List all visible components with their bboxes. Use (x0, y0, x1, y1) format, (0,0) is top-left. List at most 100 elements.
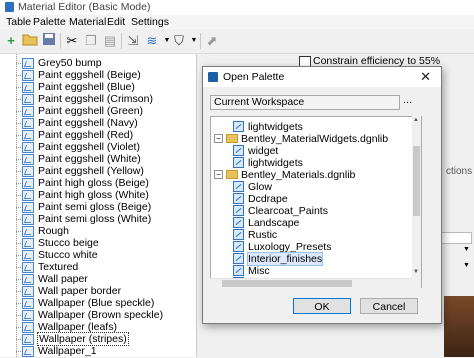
material-icon (22, 165, 34, 177)
material-icon (22, 105, 34, 117)
paste-icon[interactable]: ▤ (101, 32, 119, 50)
scroll-up-icon[interactable]: ▲ (413, 117, 419, 123)
material-icon (22, 273, 34, 285)
material-icon (22, 189, 34, 201)
material-icon (22, 201, 34, 213)
tree-connector (16, 267, 21, 268)
horizontal-scrollbar[interactable] (210, 278, 412, 288)
palette-node-label: Clearcoat_Paints (248, 204, 328, 217)
folder-icon (226, 170, 238, 179)
material-icon (22, 129, 34, 141)
material-icon (22, 93, 34, 105)
section-label-fragment: ctions (446, 166, 473, 177)
tree-connector (16, 351, 21, 352)
tree-connector (16, 207, 21, 208)
scroll-thumb[interactable] (413, 146, 420, 216)
collapse-toggle-icon[interactable]: − (214, 170, 223, 179)
tree-connector (16, 231, 21, 232)
palette-node-label: Bentley_Materials.dgnlib (241, 168, 356, 181)
import-icon[interactable]: ⇲ (124, 32, 142, 50)
material-icon (22, 249, 34, 261)
tree-connector (16, 243, 21, 244)
chevron-down-icon[interactable]: ▼ (463, 246, 471, 254)
tree-connector (16, 183, 21, 184)
close-icon[interactable]: ✕ (420, 69, 431, 85)
palette-icon (233, 121, 244, 132)
cancel-button[interactable]: Cancel (360, 298, 418, 314)
collapse-toggle-icon[interactable]: − (214, 134, 223, 143)
material-icon (22, 69, 34, 81)
material-icon (22, 141, 34, 153)
workspace-combo[interactable]: Current Workspace (210, 95, 400, 110)
cut-icon[interactable]: ✂ (63, 32, 81, 50)
palette-icon (233, 253, 244, 264)
palette-tree[interactable]: lightwidgets − Bentley_MaterialWidgets.dgn… (210, 116, 422, 288)
material-icon (22, 153, 34, 165)
palette-node-label: Misc (248, 264, 270, 277)
scroll-down-icon[interactable]: ▼ (413, 269, 419, 275)
dialog-title-bar: Open Palette ✕ (203, 67, 441, 87)
tree-connector (16, 303, 21, 304)
palette-node-label: Dcdrape (248, 192, 288, 205)
material-icon (22, 81, 34, 93)
tree-connector (16, 87, 21, 88)
toolbar-separator (60, 33, 61, 49)
ok-button[interactable]: OK (293, 298, 351, 314)
export-icon[interactable]: ⬈ (203, 32, 221, 50)
palette-icon (233, 181, 244, 192)
palette-node-label: widget (248, 144, 279, 157)
palette-icon (233, 217, 244, 228)
palette-icon (233, 145, 244, 156)
menu-material[interactable]: Material (69, 16, 106, 28)
chevron-down-icon[interactable]: ▼ (463, 262, 471, 270)
menu-bar: Table Palette Material Edit Settings (0, 15, 474, 29)
tree-connector (16, 63, 21, 64)
tree-connector (16, 75, 21, 76)
material-icon (22, 261, 34, 273)
material-icon (22, 57, 34, 69)
menu-palette[interactable]: Palette (33, 16, 66, 28)
tree-connector (16, 99, 21, 100)
tree-connector (16, 147, 21, 148)
palette-node-label: lightwidgets (248, 120, 303, 133)
browse-button[interactable]: ... (403, 94, 412, 106)
menu-table[interactable]: Table (6, 16, 31, 28)
material-list-item[interactable]: Wallpaper_1 (16, 344, 97, 358)
copy-icon[interactable]: ❐ (82, 32, 100, 50)
palette-icon (233, 229, 244, 240)
vertical-scrollbar[interactable]: ▲ ▼ (412, 116, 421, 288)
material-icon (22, 297, 34, 309)
toolbar-separator (121, 33, 122, 49)
tree-connector (16, 159, 21, 160)
material-icon (22, 225, 34, 237)
menu-edit[interactable]: Edit (107, 16, 125, 28)
menu-settings[interactable]: Settings (131, 16, 169, 28)
toolbar-separator (200, 33, 201, 49)
palette-icon (233, 241, 244, 252)
folder-icon (226, 134, 238, 143)
new-file-icon[interactable]: + (2, 32, 20, 50)
material-preview (444, 296, 474, 357)
palette-node-label: Bentley_MaterialWidgets.dgnlib (241, 132, 389, 145)
save-icon[interactable] (40, 32, 58, 50)
material-icon (22, 237, 34, 249)
tree-connector (16, 279, 21, 280)
scroll-thumb[interactable] (222, 280, 352, 287)
material-icon (22, 333, 34, 345)
open-folder-icon[interactable] (21, 32, 39, 50)
material-icon (22, 345, 34, 357)
palette-icon (233, 205, 244, 216)
tree-connector (16, 195, 21, 196)
tree-connector (16, 219, 21, 220)
material-icon (22, 321, 34, 333)
app-icon (5, 2, 14, 12)
tree-connector (16, 339, 21, 340)
tree-connector (16, 327, 21, 328)
toolbar: + ✂ ❐ ▤ ⇲ ≋ ▼ ⛉ ▼ ⬈ (0, 29, 474, 54)
tree-connector (16, 255, 21, 256)
palette-node-label: Rustic (248, 228, 278, 241)
tree-connector (16, 111, 21, 112)
palette-node-label: Luxology_Presets (248, 240, 332, 253)
material-icon (22, 117, 34, 129)
tree-connector (16, 135, 21, 136)
